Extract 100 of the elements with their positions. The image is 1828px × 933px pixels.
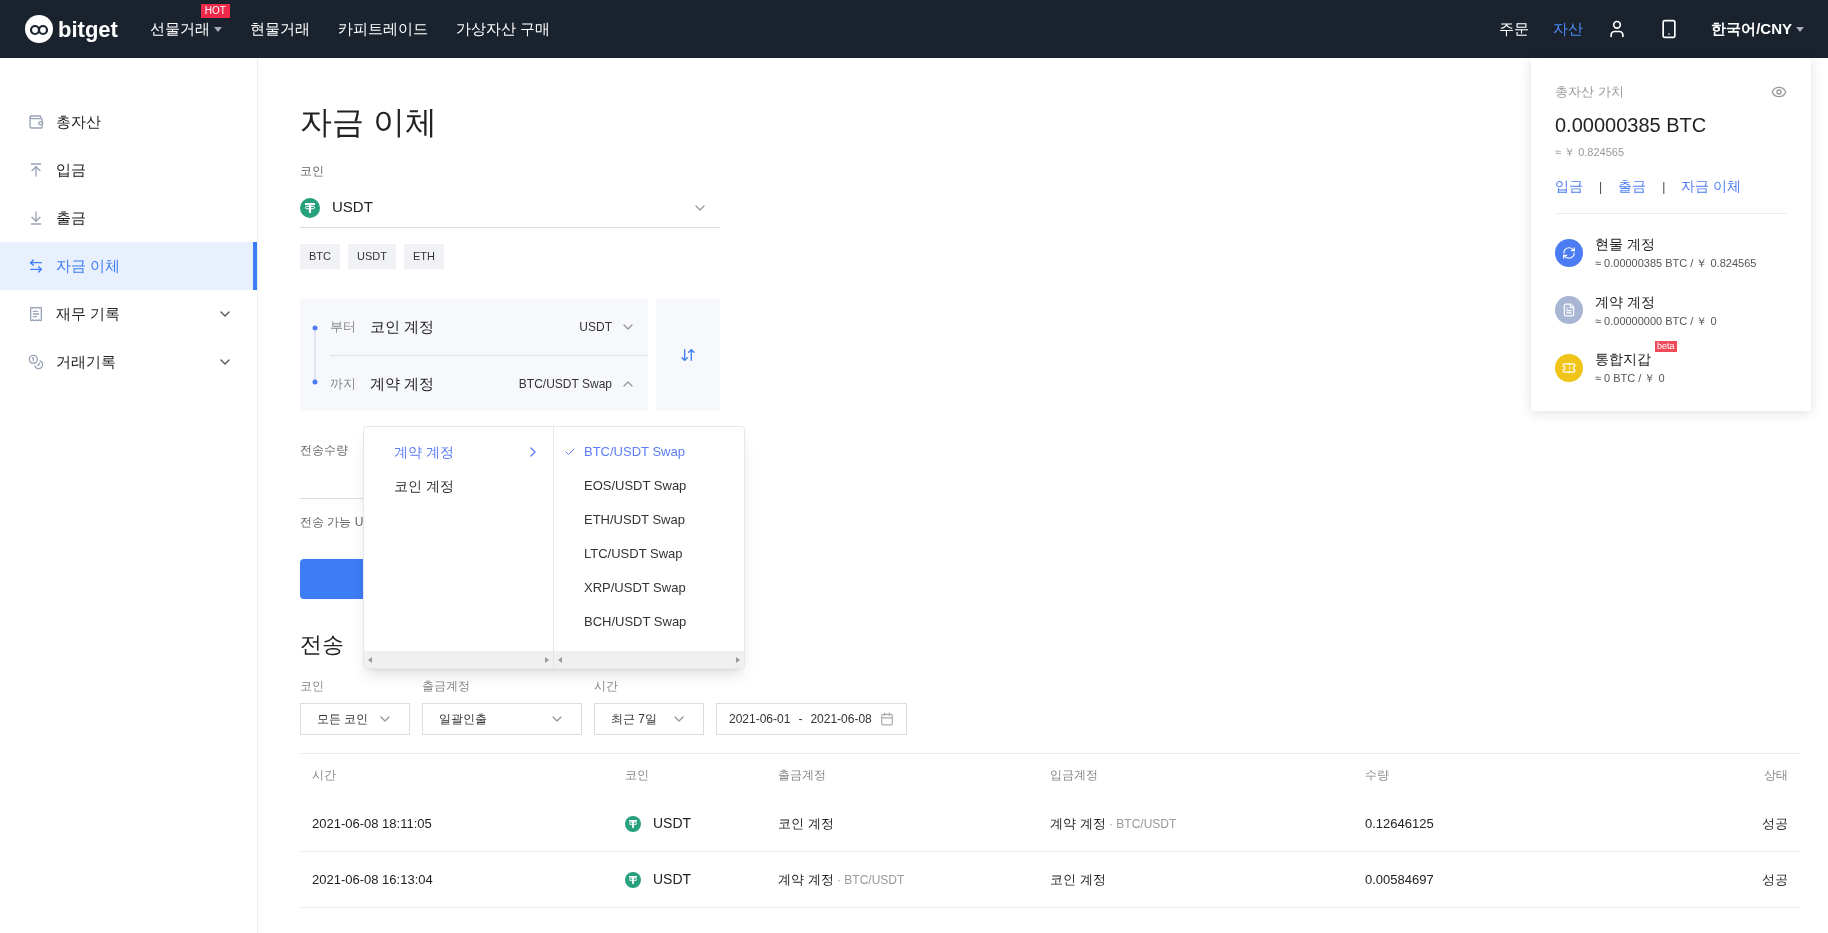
account-name: 코인 계정 <box>370 316 436 337</box>
section-title: 전송 <box>300 631 344 659</box>
tether-icon <box>625 871 641 888</box>
table-cell-text: USDT <box>653 870 692 889</box>
column-header: 상태 <box>1763 767 1788 784</box>
coin-chip[interactable]: ETH <box>403 244 444 269</box>
sidebar-item-icon <box>28 162 44 178</box>
account-balance: ≈ 0.00000000 BTC / ￥ 0 <box>1595 313 1717 329</box>
field-label: 코인 <box>300 163 325 180</box>
beta-badge: beta <box>1655 341 1677 352</box>
menu-item[interactable]: LTC/USDT Swap <box>554 537 744 571</box>
sidebar-item-icon <box>28 114 44 130</box>
sidebar-item[interactable]: 재무 기록 <box>0 290 257 338</box>
tether-icon <box>625 815 641 832</box>
filter-label: 코인 <box>300 678 324 695</box>
table-cell-text: USDT <box>653 814 692 833</box>
account-name: 계약 계정 <box>1595 292 1655 312</box>
sidebar-item[interactable]: 총자산 <box>0 98 257 146</box>
sidebar-item[interactable]: 자금 이체 <box>0 242 257 290</box>
coin-chip[interactable]: USDT <box>348 244 396 269</box>
table-cell-text: 성공 <box>1761 814 1788 833</box>
account-name: 계약 계정 <box>370 373 436 394</box>
language-selector[interactable]: 한국어/CNY <box>1711 17 1792 41</box>
column-header: 시간 <box>312 767 337 784</box>
filter-label: 시간 <box>594 678 618 695</box>
account-detail: USDT <box>579 319 612 336</box>
coin-chip[interactable]: BTC <box>300 244 340 269</box>
table-cell-text: 2021-06-08 16:13:04 <box>312 870 434 889</box>
column-header: 입금계정 <box>1050 767 1099 784</box>
table-cell-text: 코인 계정 <box>778 814 835 833</box>
swap-icon <box>680 347 696 363</box>
account-name: 현물 계정 <box>1595 235 1655 254</box>
separator: | <box>1599 178 1603 196</box>
fiat-value: ≈ ￥ 0.824565 <box>1555 144 1626 160</box>
caret-icon <box>1796 26 1804 32</box>
scroll-left-icon[interactable] <box>368 656 372 663</box>
account-balance: ≈ 0.00000385 BTC / ￥ 0.824565 <box>1595 256 1757 271</box>
logo-icon <box>24 14 54 44</box>
scroll-right-icon[interactable] <box>736 656 740 663</box>
table-cell-text: 성공 <box>1761 870 1788 889</box>
table-cell-text: 2021-06-08 18:11:05 <box>312 814 433 833</box>
sidebar-item[interactable]: 거래기록 <box>0 338 257 386</box>
sidebar-item-icon <box>28 354 44 370</box>
panel-link[interactable]: 출금 <box>1618 176 1647 197</box>
menu-item[interactable]: BCH/USDT Swap <box>554 605 744 639</box>
tether-icon <box>300 197 320 218</box>
available-balance: 전송 가능 U <box>300 514 364 531</box>
sidebar-item[interactable]: 출금 <box>0 194 257 242</box>
direction-label: 까지 <box>330 375 357 394</box>
end-date: 2021-06-08 <box>810 711 872 728</box>
table-cell-text: 계약 계정 · BTC/USDT <box>778 870 906 889</box>
scrollbar[interactable] <box>364 651 553 668</box>
panel-link[interactable]: 자금 이체 <box>1681 176 1742 197</box>
nav-link[interactable]: 선물거래 <box>149 17 210 41</box>
account-balance: ≈ 0 BTC / ￥ 0 <box>1595 371 1666 386</box>
hot-badge: HOT <box>200 3 230 18</box>
total-balance: 0.00000385 BTC <box>1555 112 1708 138</box>
filter-label: 출금계정 <box>422 678 470 695</box>
date-separator: - <box>798 711 803 728</box>
nav-link[interactable]: 주문 <box>1499 17 1530 41</box>
table-cell-text: 계약 계정 · BTC/USDT <box>1050 814 1178 833</box>
menu-item[interactable]: XRP/USDT Swap <box>554 571 744 605</box>
date-range-field[interactable]: 2021-06-01 - 2021-06-08 <box>716 703 907 735</box>
page-title: 자금 이체 <box>300 103 438 142</box>
sidebar-item[interactable]: 입금 <box>0 146 257 194</box>
nav-link[interactable]: 현물거래 <box>249 17 310 41</box>
logo-text[interactable]: bitget <box>58 12 118 46</box>
table-cell-text: 코인 계정 <box>1050 870 1107 889</box>
filter-select[interactable]: 일괄인출 <box>422 703 582 735</box>
column-header: 출금계정 <box>778 767 827 784</box>
nav-link[interactable]: 카피트레이드 <box>337 17 428 41</box>
calendar-icon <box>879 712 894 726</box>
check-icon <box>564 446 576 458</box>
connector-line <box>312 325 318 385</box>
scrollbar[interactable] <box>554 651 744 668</box>
menu-item[interactable]: 계약 계정 <box>364 435 553 469</box>
table-cell-text: 0.12646125 <box>1365 814 1435 833</box>
start-date: 2021-06-01 <box>729 711 791 728</box>
direction-label: 부터 <box>330 318 357 337</box>
sidebar-item-icon <box>28 258 44 274</box>
separator: | <box>1662 178 1666 196</box>
filter-select[interactable]: 최근 7일 <box>594 703 704 735</box>
filter-select[interactable]: 모든 코인 <box>300 703 410 735</box>
sidebar-item-icon <box>28 306 44 322</box>
panel-link[interactable]: 입금 <box>1555 176 1583 197</box>
account-name: 통합지갑 <box>1595 350 1651 369</box>
menu-item[interactable]: BTC/USDT Swap <box>554 435 744 469</box>
scroll-right-icon[interactable] <box>545 656 549 663</box>
column-header: 코인 <box>625 767 650 784</box>
scroll-left-icon[interactable] <box>558 656 562 663</box>
menu-item[interactable]: ETH/USDT Swap <box>554 503 744 537</box>
account-detail: BTC/USDT Swap <box>518 376 612 393</box>
panel-title: 총자산 가치 <box>1555 83 1624 101</box>
nav-link[interactable]: 가상자산 구매 <box>455 17 551 41</box>
field-label: 전송수량 <box>300 442 348 459</box>
menu-item[interactable]: EOS/USDT Swap <box>554 469 744 503</box>
coin-select[interactable]: USDT <box>300 188 720 228</box>
nav-link[interactable]: 자산 <box>1553 17 1584 41</box>
sidebar-item-icon <box>28 210 44 226</box>
menu-item[interactable]: 코인 계정 <box>364 469 553 503</box>
